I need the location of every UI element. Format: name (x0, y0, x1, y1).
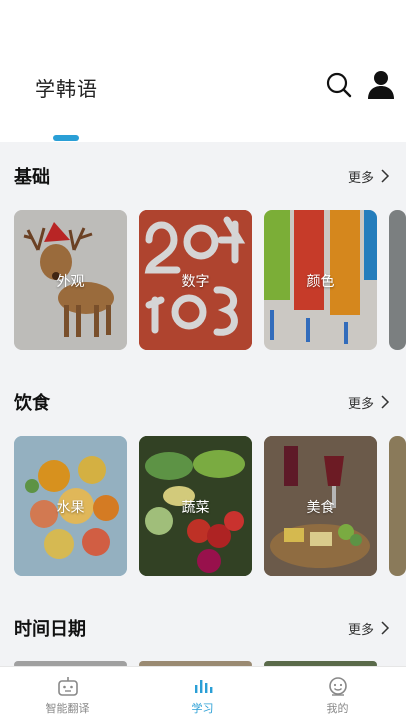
bar-chart-icon (195, 680, 213, 693)
more-link[interactable]: 更多 (348, 619, 374, 638)
section-header-basics: 基础 更多 (0, 163, 406, 193)
section-title: 基础 (14, 167, 50, 188)
bottom-tab-bar: 智能翻译 学习 我的 (0, 666, 406, 721)
tab-mine[interactable]: 我的 (270, 667, 405, 721)
chevron-right-icon[interactable] (380, 620, 390, 636)
tab-translate[interactable]: 智能翻译 (0, 667, 135, 721)
card-appearance[interactable]: 外观 (14, 210, 127, 350)
user-icon[interactable] (367, 70, 395, 100)
more-link[interactable]: 更多 (348, 167, 374, 186)
section-header-food: 饮食 更多 (0, 389, 406, 419)
card-row-food: 水果 蔬菜 美食 (0, 436, 406, 578)
card-label: 数字 (181, 274, 210, 290)
card-label: 蔬菜 (181, 500, 210, 516)
card-label: 外观 (56, 274, 85, 290)
tab-label: 学习 (191, 702, 214, 715)
card-fruit[interactable]: 水果 (14, 436, 127, 576)
tab-label: 我的 (326, 702, 349, 715)
chevron-right-icon[interactable] (380, 168, 390, 184)
page-title: 学韩语 (35, 77, 98, 101)
card-vegetables[interactable]: 蔬菜 (139, 436, 252, 576)
card-label: 美食 (306, 500, 335, 516)
tab-label: 智能翻译 (45, 702, 90, 715)
app-header: 学韩语 (0, 0, 406, 142)
card-label: 水果 (56, 500, 85, 516)
tab-indicator (53, 135, 79, 141)
card-partial[interactable] (389, 210, 406, 350)
card-numbers[interactable]: 数字 (139, 210, 252, 350)
card-partial[interactable] (389, 436, 406, 576)
card-row-basics: 外观 数字 颜色 (0, 210, 406, 352)
tab-study[interactable]: 学习 (135, 667, 270, 721)
card-label: 颜色 (306, 274, 335, 290)
card-cuisine[interactable]: 美食 (264, 436, 377, 576)
smiley-icon (329, 677, 347, 696)
robot-icon (58, 677, 78, 696)
search-icon[interactable] (325, 71, 353, 99)
more-link[interactable]: 更多 (348, 393, 374, 412)
section-header-time: 时间日期 更多 (0, 615, 406, 645)
section-title: 时间日期 (14, 619, 86, 640)
chevron-right-icon[interactable] (380, 394, 390, 410)
section-title: 饮食 (14, 393, 50, 414)
card-colors[interactable]: 颜色 (264, 210, 377, 350)
